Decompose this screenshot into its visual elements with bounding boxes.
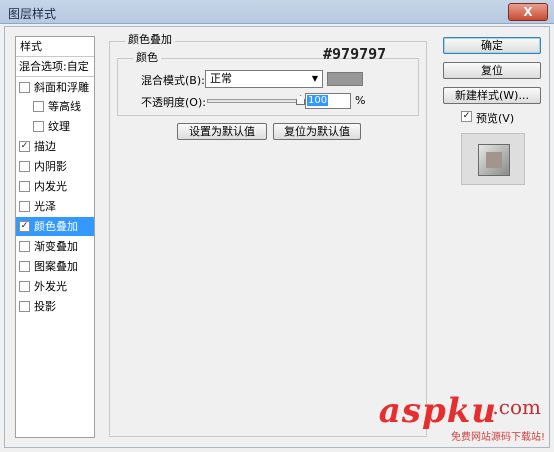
title-bar: 图层样式 X — [0, 0, 554, 24]
subgroup-title: 颜色 — [133, 49, 161, 65]
blend-mode-label: 混合模式(B): — [141, 74, 205, 87]
divider — [16, 76, 94, 77]
style-item-bevel-emboss[interactable]: 斜面和浮雕 — [16, 78, 94, 97]
overlay-color-swatch[interactable] — [327, 72, 363, 86]
checkbox[interactable] — [19, 181, 30, 192]
checkbox[interactable]: ✓ — [19, 141, 30, 152]
style-item-color-overlay[interactable]: ✓ 颜色叠加 — [16, 217, 94, 236]
blend-mode-select[interactable]: 正常 ▼ — [205, 70, 323, 88]
checkbox[interactable]: ✓ — [19, 221, 30, 232]
style-item-inner-shadow[interactable]: 内阴影 — [16, 157, 94, 176]
opacity-value: 100 — [307, 95, 329, 106]
checkbox[interactable] — [19, 241, 30, 252]
style-item-inner-glow[interactable]: 内发光 — [16, 177, 94, 196]
styles-header[interactable]: 样式 — [16, 37, 94, 56]
reset-default-button[interactable]: 复位为默认值 — [273, 123, 361, 140]
chevron-down-icon: ▼ — [311, 74, 318, 83]
preview-checkbox[interactable]: ✓ — [461, 111, 472, 122]
ok-button[interactable]: 确定 — [443, 37, 541, 54]
dialog-body: 样式 混合选项:自定 斜面和浮雕 等高线 纹理 ✓ 描边 内阴影 内发光 光泽 ✓… — [4, 26, 550, 448]
style-item-satin[interactable]: 光泽 — [16, 197, 94, 216]
preview-swatch — [478, 144, 510, 176]
hex-annotation: #979797 — [323, 45, 387, 63]
opacity-label: 不透明度(O): — [141, 96, 206, 109]
opacity-slider-track[interactable] — [207, 99, 301, 103]
checkbox[interactable] — [33, 101, 44, 112]
watermark-domain: .com — [492, 395, 541, 419]
checkbox[interactable] — [19, 201, 30, 212]
style-item-contour[interactable]: 等高线 — [16, 97, 94, 116]
checkbox[interactable] — [19, 261, 30, 272]
opacity-input[interactable]: 100 — [305, 93, 351, 109]
window-title: 图层样式 — [8, 7, 57, 21]
group-title: 颜色叠加 — [125, 31, 175, 47]
watermark-logo: aspku — [378, 391, 497, 431]
checkbox[interactable] — [19, 301, 30, 312]
style-preview-thumbnail — [461, 133, 525, 185]
blend-options-item[interactable]: 混合选项:自定 — [16, 57, 94, 76]
style-item-pattern-overlay[interactable]: 图案叠加 — [16, 257, 94, 276]
style-item-gradient-overlay[interactable]: 渐变叠加 — [16, 237, 94, 256]
make-default-button[interactable]: 设置为默认值 — [177, 123, 267, 140]
blend-mode-value: 正常 — [210, 72, 232, 85]
style-item-stroke[interactable]: ✓ 描边 — [16, 137, 94, 156]
style-item-drop-shadow[interactable]: 投影 — [16, 297, 94, 316]
checkbox[interactable] — [19, 82, 30, 93]
opacity-unit: % — [355, 94, 366, 107]
checkbox[interactable] — [19, 161, 30, 172]
new-style-button[interactable]: 新建样式(W)... — [443, 87, 541, 104]
styles-list: 样式 混合选项:自定 斜面和浮雕 等高线 纹理 ✓ 描边 内阴影 内发光 光泽 ✓… — [15, 36, 95, 438]
reset-button[interactable]: 复位 — [443, 62, 541, 79]
preview-label: 预览(V) — [476, 112, 515, 125]
close-button[interactable]: X — [508, 3, 548, 21]
watermark-tagline: 免费网站源码下载站! — [450, 432, 545, 443]
style-item-outer-glow[interactable]: 外发光 — [16, 277, 94, 296]
checkbox[interactable] — [19, 281, 30, 292]
checkbox[interactable] — [33, 121, 44, 132]
style-item-texture[interactable]: 纹理 — [16, 117, 94, 136]
